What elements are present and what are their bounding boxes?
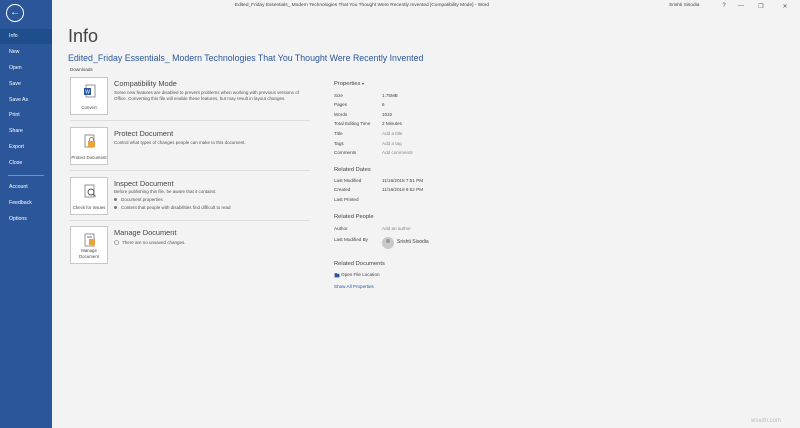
property-value-size: 1.75MB [382,93,398,98]
nav-item-export[interactable]: Export [0,140,52,155]
property-key-size: Size [334,93,343,98]
signed-in-user[interactable]: Srishti Sisodia [669,3,699,8]
author-field[interactable]: Add an author [382,226,411,231]
tags-field[interactable]: Add a tag [382,141,402,146]
last-modified-by-name[interactable]: Srishti Sisodia [397,239,429,245]
manage-document-icon [84,233,95,247]
list-item: Content that people with disabilities fi… [114,205,230,210]
protect-document-button-label: Protect Document [71,154,107,160]
related-people-heading: Related People [334,214,374,220]
check-issues-icon [84,184,96,198]
check-for-issues-button[interactable]: Check for Issues [70,177,108,215]
properties-heading[interactable]: Properties ▾ [334,81,364,87]
open-file-location-link[interactable]: Open File Location [334,272,380,278]
show-all-properties-link[interactable]: Show All Properties [334,284,374,289]
nav-item-new[interactable]: New [0,45,52,60]
restore-icon[interactable]: ❐ [754,1,768,11]
nav-item-account[interactable]: Account [0,180,52,195]
nav-item-save[interactable]: Save [0,77,52,92]
check-for-issues-button-label: Check for Issues [72,204,106,210]
property-key-pages: Pages [334,102,348,107]
property-key-created: Created [334,187,351,192]
property-key-tags: Tags [334,141,344,146]
minimize-icon[interactable]: — [734,1,748,11]
nav-item-save-as[interactable]: Save As [0,93,52,108]
property-key-last-printed: Last Printed [334,197,359,202]
bullet-icon [114,206,117,210]
inspect-document-description: Before publishing this file, be aware th… [114,189,217,194]
property-key-comments: Comments [334,150,357,155]
property-key-last-modified: Last Modified [334,178,362,183]
document-location: Downloads [70,67,93,72]
watermark: wsxdn.com [751,418,782,424]
list-item: Document properties [114,197,163,202]
manage-document-button-label: Manage Document [78,248,99,259]
manage-document-title: Manage Document [114,228,177,237]
property-value-editing-time: 2 Minutes [382,121,402,126]
backstage-nav: ← Info New Open Save Save As Print Share… [0,0,52,428]
property-key-editing-time: Total Editing Time [334,121,371,126]
section-divider [70,120,310,121]
inspect-document-title: Inspect Document [114,179,174,188]
chevron-down-icon: ▾ [362,81,365,86]
nav-item-options[interactable]: Options [0,212,52,227]
lock-document-icon [84,134,95,148]
comments-field[interactable]: Add comments [382,150,413,155]
property-value-created: 11/16/2018 6:52 PM [382,187,424,192]
property-key-last-modified-by: Last Modified By [334,237,368,242]
compatibility-mode-title: Compatibility Mode [114,79,177,88]
related-documents-heading: Related Documents [334,261,385,267]
nav-item-open[interactable]: Open [0,61,52,76]
manage-document-description: There are no unsaved changes. [122,240,186,245]
avatar [382,237,394,249]
protect-document-title: Protect Document [114,129,174,138]
nav-item-info[interactable]: Info [0,29,52,44]
folder-icon [334,273,340,278]
nav-item-feedback[interactable]: Feedback [0,196,52,211]
back-arrow-icon[interactable]: ← [6,4,24,22]
svg-text:W: W [85,90,90,96]
title-field[interactable]: Add a title [382,131,402,136]
nav-item-share[interactable]: Share [0,124,52,139]
bullet-text: Content that people with disabilities fi… [121,205,231,210]
property-value-last-modified: 11/16/2018 7:51 PM [382,178,424,183]
open-file-location-label: Open File Location [341,272,380,278]
title-bar: Edited_Friday Essentials_ Modern Technol… [52,0,800,12]
property-key-title: Title [334,131,343,136]
bullet-icon [114,198,117,202]
property-key-author: Author [334,226,348,231]
section-divider [70,170,310,171]
document-title: Edited_Friday Essentials_ Modern Technol… [68,53,424,63]
related-dates-heading: Related Dates [334,167,371,173]
properties-heading-label: Properties [334,81,361,87]
manage-document-status: There are no unsaved changes. [114,240,186,246]
protect-document-button[interactable]: Protect Document [70,127,108,165]
unsaved-changes-icon [114,240,119,246]
close-icon[interactable]: ✕ [778,1,792,11]
nav-item-close[interactable]: Close [0,156,52,171]
nav-item-print[interactable]: Print [0,108,52,123]
property-key-words: Words [334,112,348,117]
page-title: Info [68,26,99,46]
nav-divider [8,175,44,176]
manage-document-button[interactable]: Manage Document [70,226,108,264]
property-value-pages: 6 [382,102,385,107]
convert-button[interactable]: W Convert [70,77,108,115]
compatibility-mode-description: Some new features are disabled to preven… [114,90,299,102]
convert-document-icon: W [84,84,96,98]
convert-button-label: Convert [81,104,97,110]
protect-document-description: Control what types of changes people can… [114,140,246,145]
bullet-text: Document properties [121,197,163,202]
section-divider [70,220,310,221]
property-value-words: 1022 [382,112,393,117]
window-title: Edited_Friday Essentials_ Modern Technol… [234,3,490,8]
help-icon[interactable]: ? [717,1,731,11]
